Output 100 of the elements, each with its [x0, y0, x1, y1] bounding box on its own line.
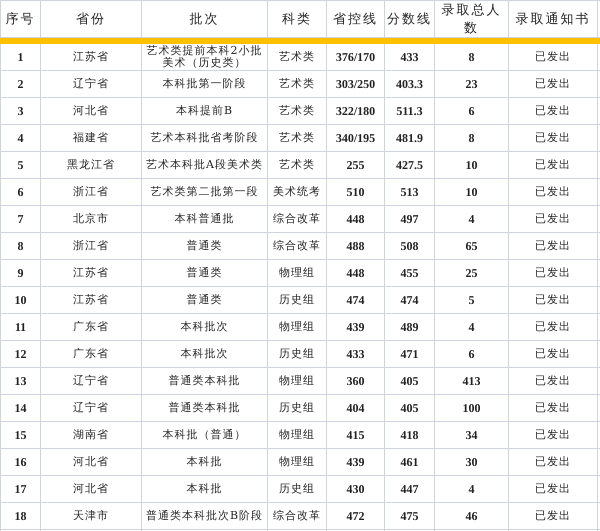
table-cell: 本科批次 — [180, 347, 228, 360]
table-cell: 河北省 — [73, 104, 109, 117]
table-cell: 430 — [346, 482, 364, 496]
table-cell: 本科批 — [186, 455, 222, 468]
table-cell: 415 — [346, 428, 364, 442]
table-cell: 已发出 — [535, 428, 571, 441]
table-cell: 已发出 — [535, 401, 571, 414]
table-cell: 本科批第一阶段 — [162, 77, 246, 90]
table-cell: 历史组 — [279, 347, 315, 360]
table-cell: 普通类 — [186, 266, 222, 279]
table-cell: 本科批次 — [180, 320, 228, 333]
table-cell: 5 — [468, 293, 474, 307]
table-cell: 14 — [14, 401, 26, 415]
table-cell: 472 — [346, 509, 364, 523]
column-header: 录取总人数 — [442, 3, 502, 36]
table-cell: 46 — [466, 509, 478, 523]
table-cell: 65 — [466, 239, 478, 253]
table-cell: 4 — [468, 212, 474, 226]
table-cell: 艺术类 — [279, 50, 315, 63]
table-cell: 综合改革 — [273, 239, 321, 252]
table-cell: 461 — [400, 455, 418, 469]
table-cell: 427.5 — [396, 158, 423, 172]
table-cell: 江苏省 — [73, 50, 109, 63]
table-cell: 18 — [14, 509, 26, 523]
table-cell: 艺术类 — [279, 131, 315, 144]
table-cell: 418 — [400, 428, 418, 442]
table-cell: 10 — [14, 293, 26, 307]
table-cell: 浙江省 — [73, 185, 109, 198]
column-header: 省份 — [76, 12, 106, 27]
table-cell: 已发出 — [535, 347, 571, 360]
table-cell: 481.9 — [396, 131, 423, 145]
column-header: 分数线 — [387, 12, 432, 27]
table-cell: 376/170 — [336, 50, 376, 64]
table-cell: 普通类 — [186, 293, 222, 306]
table-cell: 17 — [14, 482, 26, 496]
table-cell: 物理组 — [279, 320, 315, 333]
table-cell: 475 — [400, 509, 418, 523]
table-cell: 综合改革 — [273, 212, 321, 225]
table-cell: 433 — [346, 347, 364, 361]
table-cell: 474 — [346, 293, 364, 307]
table-cell: 普通类本科批 — [168, 374, 240, 387]
column-header: 录取通知书 — [516, 12, 590, 27]
table-cell: 510 — [346, 185, 364, 199]
table-cell: 413 — [462, 374, 480, 388]
table-cell: 艺术类 — [279, 158, 315, 171]
table-cell: 天津市 — [73, 509, 109, 522]
table-cell: 本科批 — [186, 482, 222, 495]
table-cell: 艺术类 — [279, 77, 315, 90]
table-cell: 艺术本科批A段美术类 — [146, 158, 263, 171]
table-cell: 439 — [346, 320, 364, 334]
table-cell: 15 — [14, 428, 26, 442]
table-cell: 4 — [468, 482, 474, 496]
table-cell: 北京市 — [73, 212, 109, 225]
table-cell: 已发出 — [535, 158, 571, 171]
table-cell: 25 — [466, 266, 478, 280]
table-cell: 艺术类第二批第一段 — [150, 185, 258, 198]
table-cell: 浙江省 — [73, 239, 109, 252]
table-cell: 河北省 — [73, 455, 109, 468]
table-cell: 历史组 — [279, 401, 315, 414]
table-cell: 1 — [18, 50, 24, 64]
table-cell: 辽宁省 — [73, 401, 109, 414]
table-cell: 447 — [400, 482, 418, 496]
table-cell: 303/250 — [336, 77, 376, 91]
table-cell: 11 — [14, 320, 26, 334]
table-cell: 艺术类 — [279, 104, 315, 117]
column-header: 省控线 — [333, 12, 378, 27]
table-cell: 405 — [400, 401, 418, 415]
table-cell: 8 — [18, 239, 24, 253]
table-cell: 湖南省 — [73, 428, 109, 441]
table-cell: 9 — [18, 266, 24, 280]
table-cell: 已发出 — [535, 212, 571, 225]
table-cell: 艺术本科批省考阶段 — [150, 131, 258, 144]
table-cell: 已发出 — [535, 266, 571, 279]
table-cell: 物理组 — [279, 428, 315, 441]
table-cell: 河北省 — [73, 482, 109, 495]
column-header: 科类 — [282, 12, 312, 27]
table-cell: 360 — [346, 374, 364, 388]
table-cell: 8 — [468, 50, 474, 64]
table-cell: 广东省 — [73, 347, 109, 360]
table-cell: 普通类本科批次B阶段 — [146, 509, 264, 522]
table-cell: 综合改革 — [273, 509, 321, 522]
table-cell: 100 — [462, 401, 480, 415]
table-cell: 340/195 — [336, 131, 376, 145]
table-cell: 10 — [466, 158, 478, 172]
table-cell: 488 — [346, 239, 364, 253]
table-cell: 美术统考 — [273, 185, 321, 198]
table-cell: 普通类本科批 — [168, 401, 240, 414]
table-cell: 历史组 — [279, 293, 315, 306]
table-cell: 江苏省 — [73, 266, 109, 279]
table-cell: 物理组 — [279, 266, 315, 279]
table-cell: 历史组 — [279, 482, 315, 495]
table-cell: 已发出 — [535, 455, 571, 468]
table-cell: 2 — [18, 77, 24, 91]
table-cell: 3 — [18, 104, 24, 118]
table-cell: 已发出 — [535, 104, 571, 117]
table-cell: 4 — [18, 131, 24, 145]
table-cell: 448 — [346, 212, 364, 226]
table-cell: 福建省 — [73, 131, 109, 144]
table-cell: 本科提前B — [176, 104, 234, 117]
table-cell: 已发出 — [535, 50, 571, 63]
